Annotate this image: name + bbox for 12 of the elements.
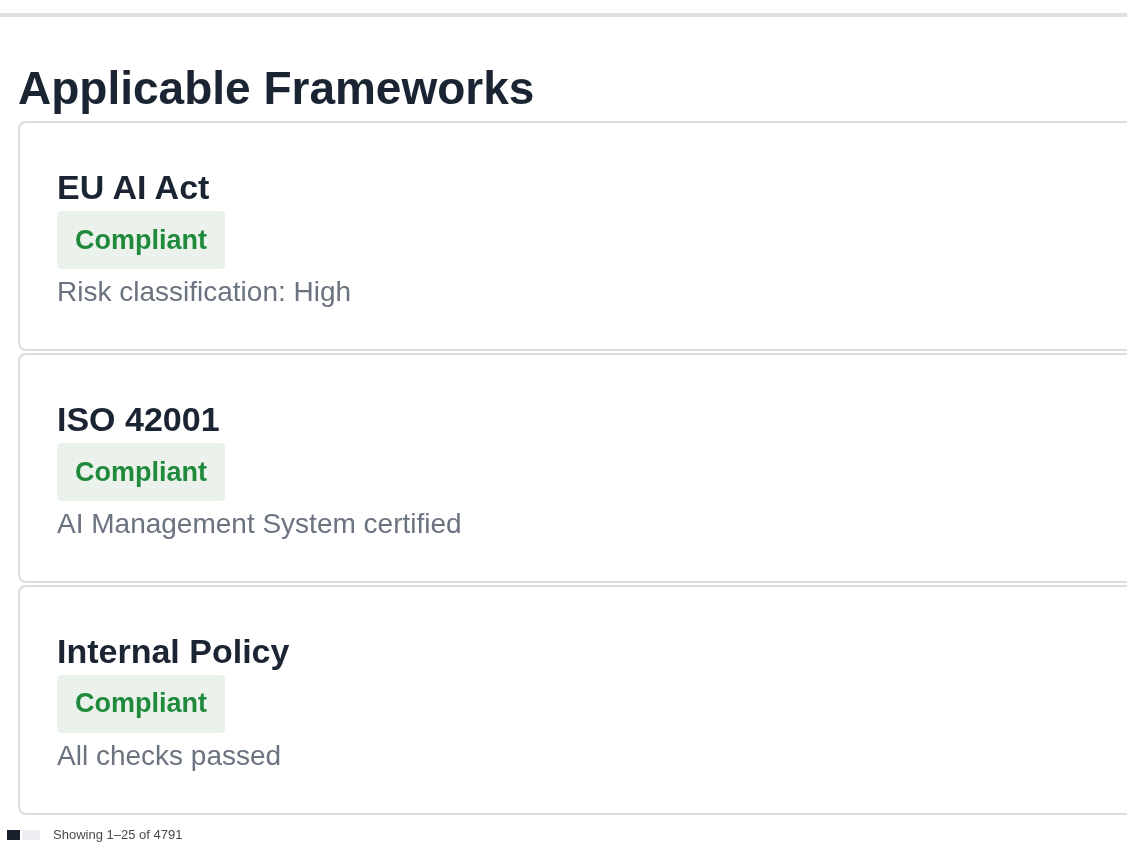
framework-name: ISO 42001 xyxy=(57,398,220,440)
framework-detail: All checks passed xyxy=(57,738,282,773)
status-badge: Compliant xyxy=(57,442,225,501)
status-badge: Compliant xyxy=(57,211,225,269)
pagination-summary: Showing 1–25 of 4791 xyxy=(53,827,183,842)
framework-detail: Risk classification: High xyxy=(57,274,352,309)
status-badge: Compliant xyxy=(57,674,225,733)
section-heading: Applicable Frameworks xyxy=(18,61,536,116)
framework-name: Internal Policy xyxy=(57,630,290,672)
framework-detail: AI Management System certified xyxy=(57,506,462,541)
framework-name: EU AI Act xyxy=(57,167,210,208)
thumbnail-icon xyxy=(7,829,40,840)
